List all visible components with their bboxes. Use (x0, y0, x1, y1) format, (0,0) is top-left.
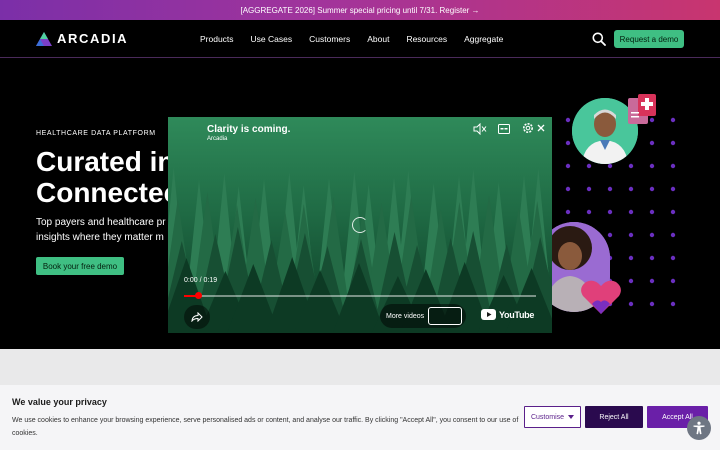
video-progress-bar[interactable] (184, 292, 536, 299)
settings-gear-icon[interactable] (522, 122, 534, 134)
decor-dot (565, 163, 571, 169)
decor-dot (628, 163, 634, 169)
youtube-play-icon (481, 309, 496, 320)
reject-all-button[interactable]: Reject All (585, 406, 643, 428)
decor-dot (649, 255, 655, 261)
nav-link-aggregate[interactable]: Aggregate (464, 34, 503, 44)
decor-dot (628, 301, 634, 307)
decor-dot (670, 255, 676, 261)
decor-dot (586, 186, 592, 192)
decor-dot (649, 301, 655, 307)
decor-dot (565, 140, 571, 146)
video-time-separator: / (199, 277, 202, 284)
decor-dot (628, 255, 634, 261)
close-icon[interactable] (537, 124, 545, 132)
youtube-logo[interactable]: YouTube (481, 309, 534, 320)
decor-dot (670, 117, 676, 123)
main-nav: ARCADIA Products Use Cases Customers Abo… (0, 20, 720, 58)
cookie-text: We use cookies to enhance your browsing … (12, 417, 519, 437)
decor-dot (649, 140, 655, 146)
decor-dot (670, 301, 676, 307)
cookie-banner: We value your privacy We use cookies to … (0, 385, 720, 450)
nav-link-resources[interactable]: Resources (406, 34, 447, 44)
youtube-wordmark: YouTube (499, 309, 535, 320)
decor-dot (649, 278, 655, 284)
decor-dot (628, 209, 634, 215)
promo-text[interactable]: [AGGREGATE 2026] Summer special pricing … (240, 6, 479, 15)
nav-link-use-cases[interactable]: Use Cases (251, 34, 293, 44)
search-icon[interactable] (592, 32, 606, 46)
decor-dot (670, 186, 676, 192)
accessibility-button[interactable] (687, 416, 711, 440)
video-player[interactable]: Clarity is coming. Arcadia 0:00 / 0:19 M… (168, 117, 552, 333)
decor-dot (628, 186, 634, 192)
logo-wordmark: ARCADIA (57, 31, 129, 46)
decor-dot (628, 232, 634, 238)
decor-dot (607, 163, 613, 169)
decor-dot (607, 232, 613, 238)
more-videos-button[interactable]: More videos (380, 304, 466, 328)
heart-icon (581, 280, 621, 314)
decor-dot (565, 186, 571, 192)
decor-dot (670, 140, 676, 146)
decor-dot (565, 117, 571, 123)
nav-link-products[interactable]: Products (200, 34, 234, 44)
loading-spinner (352, 217, 368, 233)
decor-dot (649, 186, 655, 192)
decor-dot (649, 209, 655, 215)
decor-dot (628, 278, 634, 284)
nav-link-customers[interactable]: Customers (309, 34, 350, 44)
hero-eyebrow: HEALTHCARE DATA PLATFORM (36, 130, 156, 137)
video-time-current: 0:00 (184, 277, 198, 284)
video-scrubber-handle[interactable] (194, 292, 202, 299)
more-videos-label: More videos (386, 312, 425, 320)
share-icon (191, 312, 203, 322)
more-videos-thumbnail (428, 307, 462, 325)
video-channel[interactable]: Arcadia (207, 136, 227, 142)
decor-dot (649, 232, 655, 238)
customise-label: Customise (530, 413, 565, 421)
decor-dot (565, 209, 571, 215)
decor-dot (670, 232, 676, 238)
video-time-total: 0:19 (203, 277, 218, 284)
mute-icon[interactable] (473, 123, 487, 135)
customise-button[interactable]: Customise (524, 406, 581, 428)
accessibility-icon (693, 421, 705, 435)
nav-link-about[interactable]: About (367, 34, 389, 44)
nav-links: Products Use Cases Customers About Resou… (200, 20, 503, 58)
decor-dot (649, 163, 655, 169)
decor-dot (607, 209, 613, 215)
cookie-title: We value your privacy (12, 397, 107, 407)
decor-dot (670, 278, 676, 284)
decor-dot (586, 163, 592, 169)
medical-document-icon (628, 94, 656, 124)
video-title[interactable]: Clarity is coming. (207, 124, 290, 135)
video-time: 0:00 / 0:19 (184, 277, 217, 284)
book-demo-button[interactable]: Book your free demo (36, 257, 124, 275)
decor-dot (670, 209, 676, 215)
logo[interactable]: ARCADIA (36, 31, 128, 46)
captions-icon[interactable] (498, 124, 510, 134)
decor-dot (586, 209, 592, 215)
share-button[interactable] (184, 305, 210, 329)
decor-dot (670, 163, 676, 169)
decor-dot (607, 186, 613, 192)
arcadia-logo-icon (36, 31, 52, 46)
request-demo-button[interactable]: Request a demo (614, 30, 684, 48)
caret-down-icon (568, 415, 575, 419)
promo-banner[interactable]: [AGGREGATE 2026] Summer special pricing … (0, 0, 720, 20)
